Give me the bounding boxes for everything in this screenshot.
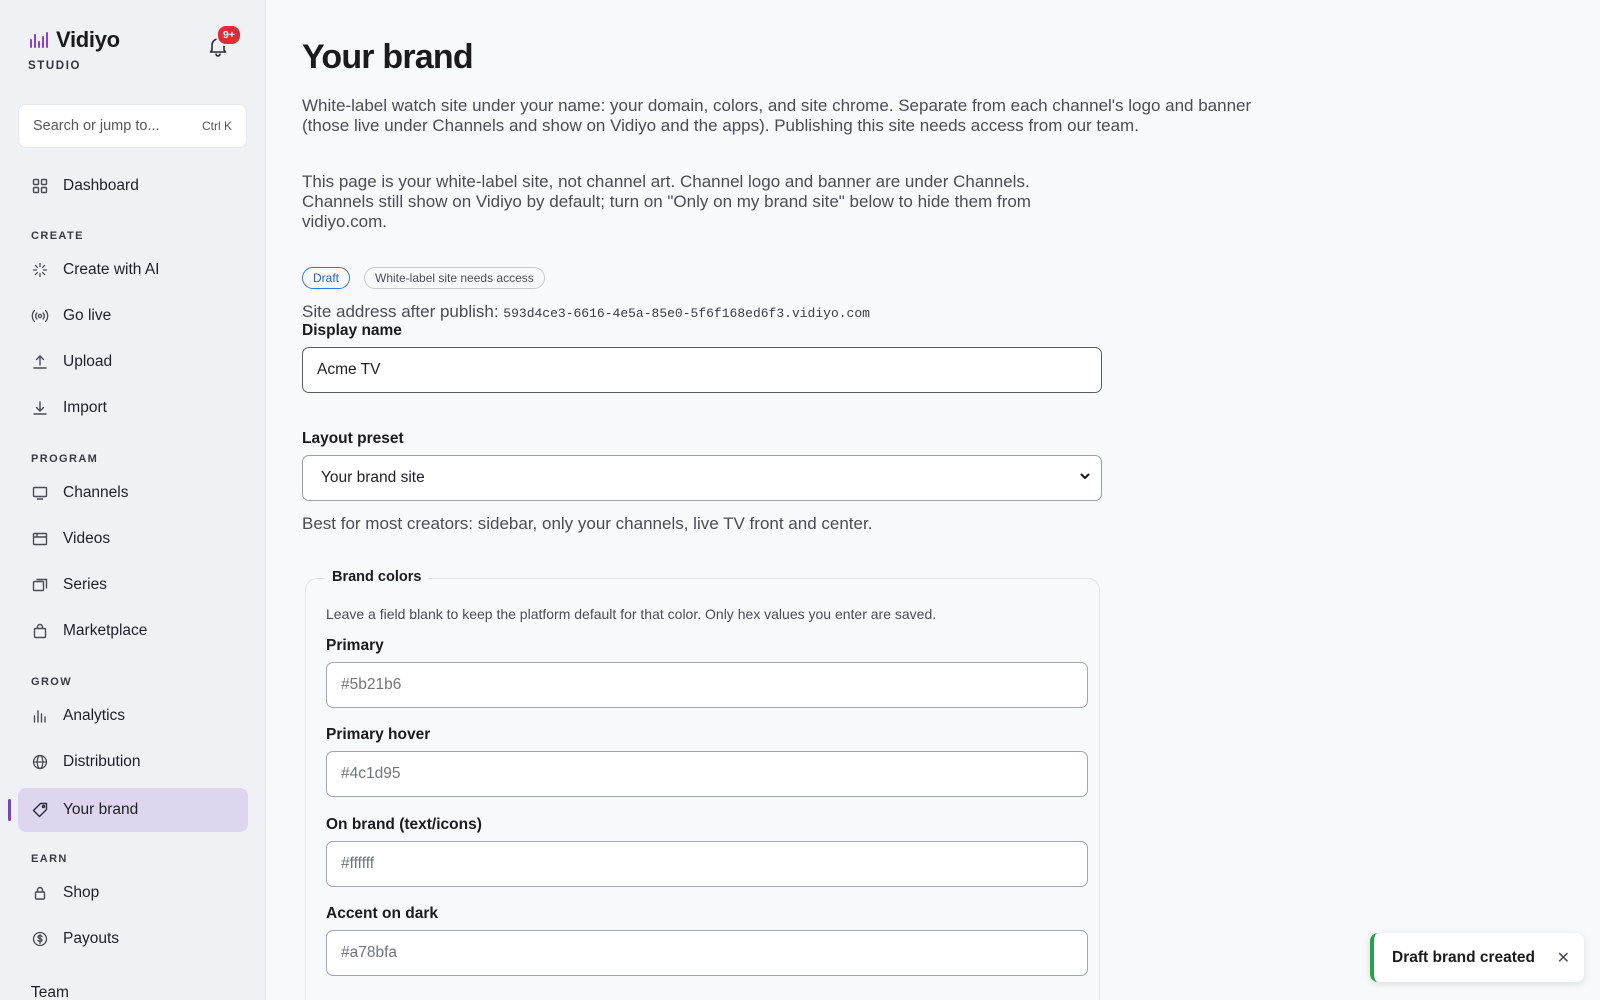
status-badges: Draft White-label site needs access (302, 267, 545, 289)
sidebar-item-analytics[interactable]: Analytics (18, 694, 248, 738)
dollar-circle-icon (31, 930, 49, 948)
sidebar-item-import[interactable]: Import (18, 386, 248, 430)
display-name-field[interactable]: Acme TV (302, 347, 1102, 393)
search-input[interactable]: Search or jump to... Ctrl K (18, 104, 247, 148)
sparkle-icon (31, 261, 49, 279)
sidebar-item-go-live[interactable]: Go live (18, 294, 248, 338)
lock-bag-icon (31, 884, 49, 902)
primary-color-placeholder: #5b21b6 (341, 676, 402, 693)
access-badge: White-label site needs access (364, 267, 545, 289)
app-brand[interactable]: Vidiyo (30, 27, 120, 53)
sidebar-item-label: Your brand (63, 801, 139, 818)
site-address-label: Site address after publish: (302, 302, 499, 321)
draft-badge: Draft (302, 267, 351, 289)
on-brand-color-field[interactable]: #ffffff (326, 841, 1088, 887)
monitor-icon (31, 484, 49, 502)
film-icon (31, 530, 49, 548)
toast-notification: Draft brand created ✕ (1370, 933, 1584, 982)
broadcast-icon (31, 307, 49, 325)
primary-color-label: Primary (326, 637, 384, 654)
sidebar-item-distribution[interactable]: Distribution (18, 740, 248, 784)
bar-chart-icon (31, 707, 49, 725)
page-description: White-label watch site under your name: … (302, 96, 1252, 135)
app-subtitle: STUDIO (28, 60, 82, 72)
notification-badge: 9+ (216, 24, 242, 46)
accent-on-dark-color-label: Accent on dark (326, 905, 438, 922)
sidebar-item-upload[interactable]: Upload (18, 340, 248, 384)
primary-color-field[interactable]: #5b21b6 (326, 662, 1088, 708)
layout-preset-value: Your brand site (321, 469, 425, 486)
on-brand-color-label: On brand (text/icons) (326, 816, 482, 833)
sidebar-item-label: Series (63, 576, 107, 593)
sidebar-item-label: Payouts (63, 930, 120, 947)
sidebar-item-label: Create with AI (63, 261, 160, 278)
sidebar-item-marketplace[interactable]: Marketplace (18, 609, 248, 653)
chevron-down-icon (1079, 469, 1091, 487)
layout-preset-hint: Best for most creators: sidebar, only yo… (302, 514, 873, 533)
sidebar-item-label: Channels (63, 484, 129, 501)
on-brand-color-placeholder: #ffffff (341, 855, 375, 872)
sidebar-item-videos[interactable]: Videos (18, 517, 248, 561)
info-note: This page is your white-label site, not … (302, 172, 1031, 231)
brand-colors-fieldset: Brand colors Leave a field blank to keep… (305, 569, 1100, 1000)
layout-preset-label: Layout preset (302, 430, 404, 447)
primary-hover-color-label: Primary hover (326, 726, 431, 743)
globe-icon (31, 753, 49, 771)
upload-icon (31, 353, 49, 371)
primary-hover-color-field[interactable]: #4c1d95 (326, 751, 1088, 797)
brand-colors-legend: Brand colors (325, 569, 429, 585)
sidebar-item-label: Videos (63, 530, 111, 547)
primary-hover-color-placeholder: #4c1d95 (341, 765, 401, 782)
accent-on-dark-color-field[interactable]: #a78bfa (326, 930, 1088, 976)
download-icon (31, 399, 49, 417)
site-address-value: 593d4ce3-6616-4e5a-85e0-5f6f168ed6f3.vid… (503, 306, 870, 321)
sidebar-item-label: Go live (63, 307, 112, 324)
sidebar-item-create-with-ai[interactable]: Create with AI (18, 248, 248, 292)
sidebar-item-series[interactable]: Series (18, 563, 248, 607)
sidebar: Vidiyo STUDIO 9+ Search or jump to... Ct… (0, 0, 266, 1000)
sidebar-item-label: Upload (63, 353, 113, 370)
sidebar-item-label: Marketplace (63, 622, 148, 639)
search-placeholder: Search or jump to... (33, 118, 160, 134)
display-name-value: Acme TV (317, 361, 381, 378)
sidebar-item-label: Team (31, 984, 69, 1000)
grid-icon (31, 177, 49, 195)
sidebar-item-label: Shop (63, 884, 100, 901)
bag-icon (31, 622, 49, 640)
search-shortcut: Ctrl K (202, 119, 232, 133)
sidebar-item-your-brand[interactable]: Your brand (18, 788, 248, 832)
app-logo-icon (30, 32, 48, 48)
brand-colors-description: Leave a field blank to keep the platform… (326, 606, 937, 622)
sidebar-item-dashboard[interactable]: Dashboard (18, 164, 248, 208)
sidebar-item-label: Import (63, 399, 107, 416)
sidebar-item-shop[interactable]: Shop (18, 871, 248, 915)
display-name-label: Display name (302, 322, 402, 339)
toast-message: Draft brand created (1392, 948, 1535, 966)
active-indicator (8, 799, 11, 821)
accent-on-dark-color-placeholder: #a78bfa (341, 944, 398, 961)
sidebar-item-label: Distribution (63, 753, 141, 770)
layout-preset-select[interactable]: Your brand site (302, 455, 1102, 501)
nav-section-earn: EARN (31, 853, 68, 865)
nav-section-grow: GROW (31, 676, 73, 688)
site-address: Site address after publish: 593d4ce3-661… (302, 302, 870, 322)
sidebar-item-label: Analytics (63, 707, 126, 724)
page-title: Your brand (302, 38, 474, 76)
app-name: Vidiyo (56, 27, 120, 52)
tag-icon (31, 801, 49, 819)
nav-section-program: PROGRAM (31, 453, 99, 465)
stack-icon (31, 576, 49, 594)
sidebar-item-payouts[interactable]: Payouts (18, 917, 248, 961)
sidebar-item-label: Dashboard (63, 177, 139, 194)
nav-section-create: CREATE (31, 230, 84, 242)
sidebar-item-team[interactable]: Team (18, 971, 248, 1000)
sidebar-item-channels[interactable]: Channels (18, 471, 248, 515)
close-icon[interactable]: ✕ (1557, 948, 1570, 968)
